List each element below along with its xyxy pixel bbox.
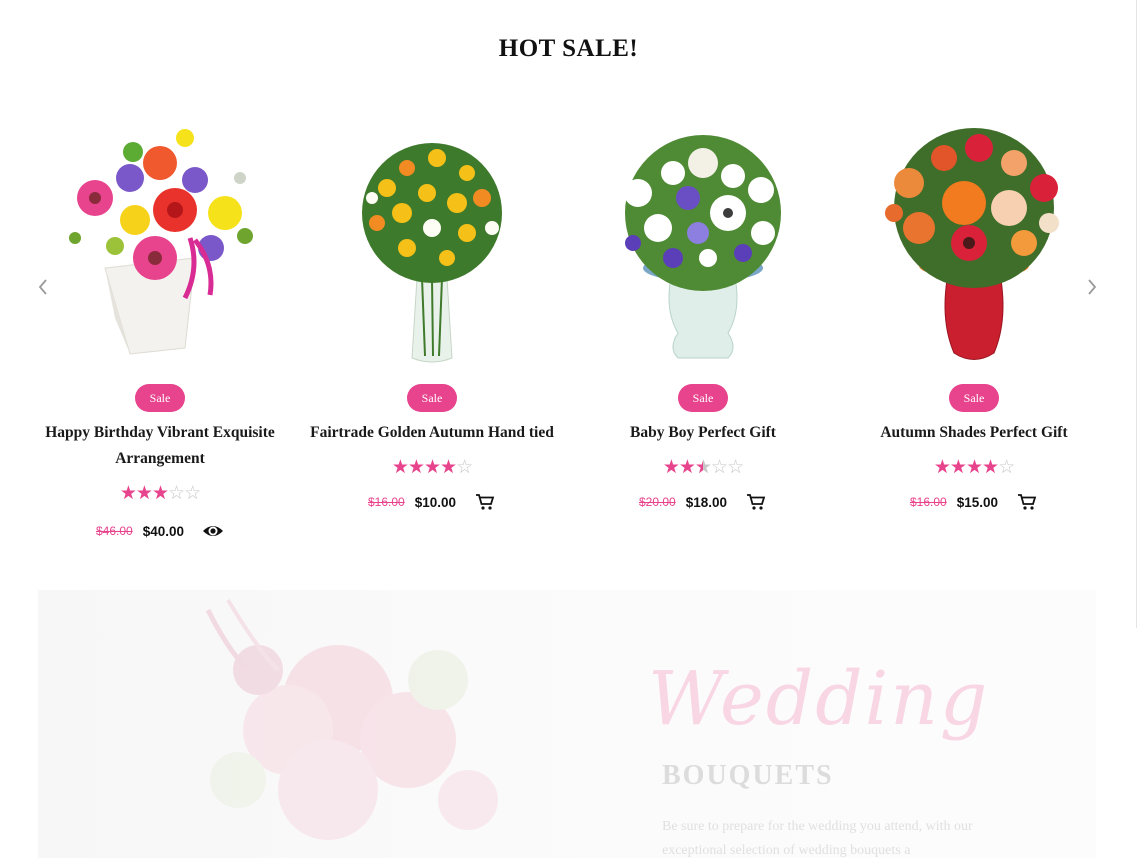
product-image[interactable] <box>578 118 828 368</box>
price-row: $46.00 $40.00 <box>35 521 285 541</box>
sale-badge: Sale <box>678 384 728 412</box>
product-card: Sale Baby Boy Perfect Gift ★★★☆☆ $20.00 … <box>578 118 828 510</box>
cart-icon <box>1018 494 1037 510</box>
rating-stars: ★★★★☆ <box>933 457 1015 478</box>
cart-icon <box>476 494 495 510</box>
add-to-cart-button[interactable] <box>1016 492 1038 512</box>
old-price: $20.00 <box>639 495 676 509</box>
quick-view-button[interactable] <box>202 521 224 541</box>
price-row: $16.00 $10.00 <box>307 492 557 512</box>
section-title: HOT SALE! <box>498 35 639 62</box>
new-price: $40.00 <box>142 523 184 539</box>
old-price: $46.00 <box>96 524 133 538</box>
product-image[interactable] <box>35 118 285 368</box>
rating-stars: ★★★★☆ <box>391 457 473 478</box>
old-price: $16.00 <box>368 495 405 509</box>
new-price: $15.00 <box>956 494 998 510</box>
sale-badge: Sale <box>949 384 999 412</box>
rating-stars: ★★★☆☆ <box>119 483 201 504</box>
new-price: $10.00 <box>414 494 456 510</box>
banner-title: BOUQUETS <box>662 760 834 791</box>
add-to-cart-button[interactable] <box>745 492 767 512</box>
product-card: Sale Happy Birthday Vibrant Exquisite Ar… <box>35 118 285 539</box>
rating-stars: ★★★☆☆ <box>578 458 828 479</box>
product-name[interactable]: Baby Boy Perfect Gift <box>568 420 838 446</box>
eye-icon <box>203 526 223 536</box>
add-to-cart-button[interactable] <box>474 492 496 512</box>
product-card: Sale Autumn Shades Perfect Gift ★★★★☆ $1… <box>849 118 1099 510</box>
product-name[interactable]: Autumn Shades Perfect Gift <box>839 420 1109 446</box>
page: HOT SALE! Sale Happy Birthday Vibrant Ex… <box>0 0 1137 858</box>
old-price: $16.00 <box>910 495 947 509</box>
product-photo-baby-boy <box>624 135 781 359</box>
wedding-banner: Wedding BOUQUETS Be sure to prepare for … <box>38 590 1096 858</box>
banner-text: Be sure to prepare for the wedding you a… <box>662 819 973 858</box>
price-row: $16.00 $15.00 <box>849 492 1099 512</box>
product-name[interactable]: Fairtrade Golden Autumn Hand tied <box>297 420 567 446</box>
product-image[interactable] <box>849 118 1099 368</box>
wedding-flowers-image <box>205 598 498 840</box>
sale-badge: Sale <box>135 384 185 412</box>
new-price: $18.00 <box>685 494 727 510</box>
product-image[interactable] <box>307 118 557 368</box>
product-photo-vibrant-arrangement <box>69 129 253 355</box>
cart-icon <box>747 494 766 510</box>
sale-badge: Sale <box>407 384 457 412</box>
product-photo-golden-autumn <box>362 143 502 363</box>
product-name[interactable]: Happy Birthday Vibrant Exquisite Arrange… <box>25 420 295 471</box>
product-photo-autumn-shades <box>885 128 1059 360</box>
price-row: $20.00 $18.00 <box>578 492 828 512</box>
banner-script-title: Wedding <box>648 656 990 742</box>
product-card: Sale Fairtrade Golden Autumn Hand tied ★… <box>307 118 557 510</box>
